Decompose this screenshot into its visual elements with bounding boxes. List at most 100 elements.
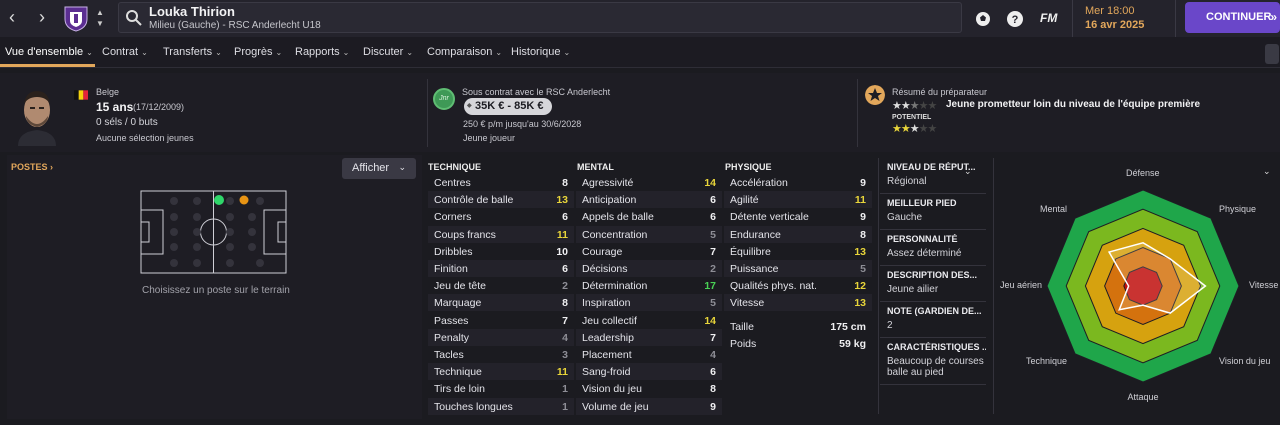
attribute-row[interactable]: Contrôle de balle 13 (428, 191, 574, 209)
up-down-chevrons-icon[interactable]: ▲ ▼ (94, 7, 106, 29)
detail-block[interactable]: NOTE (GARDIEN DE... 2 (880, 302, 986, 338)
separator (878, 158, 879, 414)
detail-heading: DESCRIPTION DES... (887, 270, 978, 280)
attribute-row[interactable]: Vision du jeu 8 (576, 380, 722, 397)
attribute-row[interactable]: Dribbles 10 (428, 243, 574, 260)
attribute-row[interactable]: Inspiration 5 (576, 294, 722, 312)
attribute-row[interactable]: Accélération 9 (724, 174, 872, 191)
attribute-value: 9 (710, 400, 716, 413)
contract-badge-icon: Jnr (433, 88, 455, 110)
club-crest-icon[interactable] (63, 5, 89, 32)
attribute-label: Équilibre (730, 245, 771, 258)
attribute-row[interactable]: Penalty 4 (428, 328, 574, 346)
value-pill[interactable]: ◆ 35K € - 85K € (464, 98, 552, 115)
attribute-row[interactable]: Centres 8 (428, 174, 574, 191)
attribute-label: Qualités phys. nat. (730, 280, 817, 293)
attribute-row[interactable]: Tacles 3 (428, 346, 574, 363)
attribute-row[interactable]: Passes 7 (428, 312, 574, 329)
attribute-value: 4 (562, 331, 568, 344)
detail-value: Jeune ailier (887, 284, 939, 295)
attribute-row[interactable]: Volume de jeu 9 (576, 397, 722, 415)
details-panel: NIVEAU DE RÉPUT... Régional MEILLEUR PIED G… (880, 158, 986, 385)
forward-arrow-icon[interactable]: › (30, 6, 54, 30)
detail-block[interactable]: MEILLEUR PIED Gauche (880, 194, 986, 230)
pitch-diagram[interactable] (140, 190, 287, 274)
scroll-handle[interactable] (1265, 44, 1279, 64)
attribute-row[interactable]: Coups francs 11 (428, 225, 574, 243)
attribute-row[interactable]: Appels de balle 6 (576, 208, 722, 225)
detail-value: Régional (887, 176, 927, 187)
attribute-row[interactable]: Sang-froid 6 (576, 363, 722, 381)
tab-2[interactable]: Transferts ⌄ (163, 46, 222, 58)
attribute-value: 6 (710, 211, 716, 224)
attribute-row[interactable]: Finition 6 (428, 260, 574, 277)
tab-3[interactable]: Progrès ⌄ (234, 46, 282, 58)
tab-4[interactable]: Rapports ⌄ (295, 46, 349, 58)
tab-1[interactable]: Contrat ⌄ (102, 46, 148, 58)
attribute-label: Endurance (730, 228, 781, 241)
detail-heading: PERSONNALITÉ (887, 234, 958, 244)
attribute-label: Sang-froid (582, 366, 631, 379)
attribute-row[interactable]: Concentration 5 (576, 225, 722, 243)
attribute-row[interactable]: Qualités phys. nat. 12 (724, 277, 872, 294)
age: 15 ans (96, 100, 134, 114)
attribute-row[interactable]: Marquage 8 (428, 294, 574, 312)
attribute-value: 11 (556, 366, 568, 379)
attribute-row[interactable]: Corners 6 (428, 208, 574, 225)
attribute-row[interactable]: Leadership 7 (576, 328, 722, 346)
attribute-row[interactable]: Puissance 5 (724, 260, 872, 277)
active-tab-underline (0, 64, 95, 67)
mental-column: Agressivité 14 Anticipation 6 Appels de ball… (576, 174, 722, 418)
attribute-row[interactable]: Anticipation 6 (576, 191, 722, 209)
attribute-value: 9 (860, 211, 866, 224)
detail-block[interactable]: CARACTÉRISTIQUES ... Beaucoup de courses … (880, 338, 986, 385)
attribute-row[interactable]: Jeu collectif 14 (576, 312, 722, 329)
attribute-row[interactable]: Touches longues 1 (428, 397, 574, 415)
attribute-row[interactable]: Détente verticale 9 (724, 208, 872, 225)
fm-logo[interactable]: FM (1040, 11, 1057, 25)
attribute-value: 3 (562, 349, 568, 361)
attribute-row[interactable]: Endurance 8 (724, 225, 872, 243)
attribute-row[interactable]: Agressivité 14 (576, 174, 722, 191)
continue-button[interactable]: CONTINUER» (1185, 2, 1280, 33)
positions-title[interactable]: POSTES › (11, 162, 53, 172)
physique-column: Accélération 9 Agilité 11 Détente verticale 9… (724, 174, 872, 418)
attribute-label: Leadership (582, 331, 634, 344)
chevron-down-icon[interactable]: ⌄ (964, 166, 972, 177)
tab-5[interactable]: Discuter ⌄ (363, 46, 413, 58)
help-icon[interactable]: ? (1006, 10, 1024, 28)
attribute-row[interactable]: Jeu de tête 2 (428, 277, 574, 294)
attribute-row[interactable]: Courage 7 (576, 243, 722, 260)
double-chevron-icon: » (1270, 10, 1277, 24)
tab-0[interactable]: Vue d'ensemble ⌄ (5, 46, 93, 58)
detail-block[interactable]: DESCRIPTION DES... Jeune ailier (880, 266, 986, 302)
detail-block[interactable]: PERSONNALITÉ Assez déterminé (880, 230, 986, 266)
contract-title: Sous contrat avec le RSC Anderlecht (462, 87, 611, 97)
attribute-value: 2 (562, 280, 568, 293)
attribute-row[interactable]: Équilibre 13 (724, 243, 872, 260)
attribute-label: Détente verticale (730, 211, 809, 224)
attribute-row[interactable]: Vitesse 13 (724, 294, 872, 312)
chevron-down-icon: ⌄ (275, 48, 283, 57)
attribute-row[interactable]: Agilité 11 (724, 191, 872, 209)
back-arrow-icon[interactable]: ‹ (0, 6, 24, 30)
attribute-row[interactable]: Technique 11 (428, 363, 574, 381)
attribute-row[interactable]: Tirs de loin 1 (428, 380, 574, 397)
radar-label: Physique (1219, 203, 1257, 214)
show-dropdown[interactable]: Afficher ⌄ (342, 158, 416, 179)
chevron-down-icon: ⌄ (215, 48, 222, 57)
youth-selection: Aucune sélection jeunes (96, 133, 194, 143)
detail-heading: MEILLEUR PIED (887, 198, 957, 208)
attribute-label: Agressivité (582, 177, 634, 189)
tab-7[interactable]: Historique ⌄ (511, 46, 570, 58)
attribute-label: Courage (582, 245, 623, 258)
date-of-birth: (17/12/2009) (133, 102, 185, 112)
attribute-row[interactable]: Placement 4 (576, 346, 722, 363)
attribute-row[interactable]: Décisions 2 (576, 260, 722, 277)
attribute-label: Anticipation (582, 194, 637, 207)
international-caps: 0 séls / 0 buts (96, 117, 158, 128)
tab-6[interactable]: Comparaison ⌄ (427, 46, 502, 58)
football-icon[interactable] (974, 10, 992, 28)
attribute-row[interactable]: Détermination 17 (576, 277, 722, 294)
search-icon[interactable] (125, 9, 143, 27)
